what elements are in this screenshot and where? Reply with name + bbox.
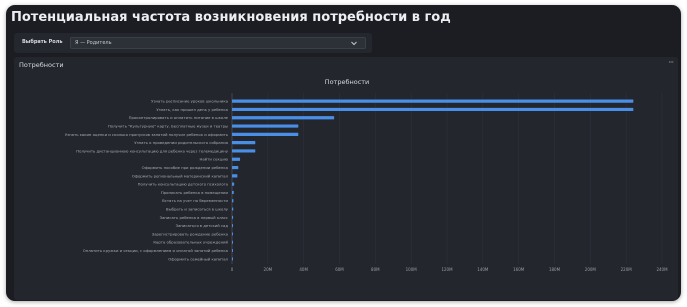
- category-label: Оформить региональный материнский капита…: [132, 173, 229, 178]
- bar: [232, 215, 234, 219]
- category-label: Оформить семейный капитал: [168, 256, 228, 261]
- bar: [232, 232, 233, 236]
- category-label: Записать ребенка в первый класс: [160, 215, 228, 220]
- category-label: Получить дистанционную консультацию для …: [76, 148, 228, 153]
- needs-panel: Потребности ··· Потребности 0 20M 40M 60M 80…: [14, 57, 678, 300]
- x-tick-label: 80M: [371, 267, 380, 272]
- needs-bar-chart: Потребности 0 20M 40M 60M 80M 100M 120M 140M 160…: [65, 78, 668, 272]
- category-label: Получить "Культурную" карту. Бесплатные …: [108, 123, 228, 128]
- chart-title: Потребности: [325, 78, 370, 86]
- category-label: Получить консультацию детского психолога: [138, 182, 228, 187]
- x-tick-label: 140M: [477, 267, 489, 272]
- bar: [232, 149, 256, 153]
- bar: [232, 240, 233, 244]
- bar: [232, 174, 238, 178]
- bar: [232, 107, 634, 112]
- bar: [232, 199, 234, 203]
- x-tick-label: 120M: [441, 267, 453, 272]
- role-filter-bar: Выбрать Роль Я — Родитель: [14, 33, 372, 53]
- category-label: Прописать ребенка в помещении: [161, 190, 229, 195]
- category-label: Карта образовательных учреждений: [153, 240, 228, 245]
- bar: [232, 141, 256, 145]
- role-filter-label: Выбрать Роль: [22, 39, 63, 45]
- x-tick-label: 240M: [656, 267, 668, 272]
- page-title: Потенциальная частота возникновения потр…: [11, 10, 451, 25]
- bar: [232, 248, 233, 253]
- category-label: Встать на учет по беременности: [162, 198, 228, 203]
- category-label: Узнать расписание уроков школьника: [151, 99, 228, 104]
- x-tick-label: 100M: [406, 267, 418, 272]
- category-label: Найти секцию: [199, 157, 228, 162]
- role-select-value: Я — Родитель: [75, 40, 112, 46]
- bar: [232, 207, 234, 211]
- bar: [232, 99, 634, 103]
- x-tick-label: 200M: [585, 267, 597, 272]
- x-tick-label: 220M: [621, 267, 633, 272]
- category-label: Записаться в детский сад: [176, 223, 229, 228]
- bar: [232, 182, 235, 186]
- bar: [232, 224, 233, 228]
- bar: [232, 124, 299, 128]
- x-tick-label: 40M: [299, 267, 308, 272]
- bar: [232, 190, 234, 195]
- category-label: Оплатить кружки и секции, с оформлением …: [83, 248, 228, 253]
- x-tick-label: 0: [231, 267, 234, 272]
- bar: [232, 116, 335, 120]
- chevron-down-icon: [351, 41, 357, 46]
- x-tick-label: 180M: [549, 267, 561, 272]
- category-label: Узнать какие оценки и сколько пропусков …: [65, 132, 229, 137]
- category-label: Узнать о проведении родительского собран…: [134, 140, 228, 145]
- bar: [232, 157, 241, 161]
- category-label: Узнать, как прошел день у ребенка: [156, 107, 228, 112]
- x-tick-label: 160M: [513, 267, 525, 272]
- x-tick-label: 20M: [264, 267, 273, 272]
- role-select[interactable]: Я — Родитель: [70, 37, 366, 49]
- category-label: Выбрать и записаться в школу: [166, 206, 229, 211]
- category-label: Зарегистрировать рождение ребенка: [152, 231, 228, 236]
- bar: [232, 257, 233, 261]
- bar: [232, 165, 239, 170]
- category-label: Оформить пособие при рождении ребенка: [142, 165, 228, 170]
- dashboard-window: Потенциальная частота возникновения потр…: [6, 5, 681, 301]
- x-tick-label: 60M: [335, 267, 344, 272]
- category-label: Проконтролировать и оплатить питание в ш…: [129, 115, 229, 120]
- bar: [232, 132, 299, 136]
